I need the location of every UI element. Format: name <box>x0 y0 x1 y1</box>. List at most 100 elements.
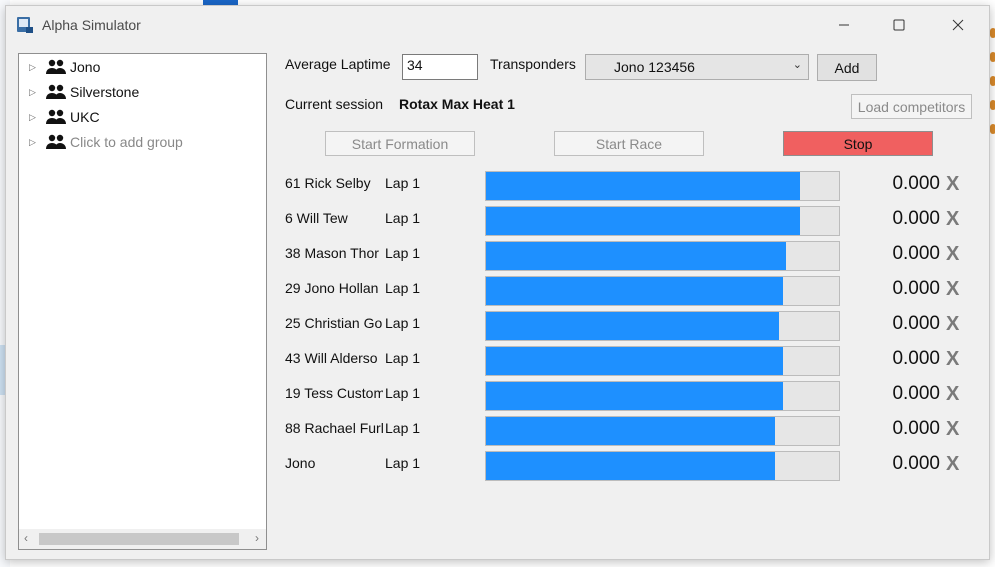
racer-time: 0.000 <box>892 173 940 194</box>
remove-racer-icon[interactable]: X <box>946 313 959 336</box>
average-laptime-label: Average Laptime <box>285 56 391 72</box>
scroll-thumb[interactable] <box>39 533 239 545</box>
expand-arrow-icon[interactable]: ▷ <box>29 112 37 123</box>
remove-racer-icon[interactable]: X <box>946 208 959 231</box>
lap-progress-fill <box>486 242 786 270</box>
remove-racer-icon[interactable]: X <box>946 173 959 196</box>
background-marker <box>990 100 995 110</box>
lap-progress-bar <box>485 311 840 341</box>
add-transponder-button[interactable]: Add <box>817 54 877 81</box>
racer-row: 43 Will Alderso Lap 1 0.000 X <box>285 346 975 376</box>
racer-name: 43 Will Alderso <box>285 350 378 366</box>
racer-name: 19 Tess Custom <box>285 385 383 401</box>
lap-progress-fill <box>486 312 779 340</box>
maximize-button[interactable] <box>879 10 919 40</box>
racer-time: 0.000 <box>892 208 940 229</box>
racer-time: 0.000 <box>892 453 940 474</box>
background-marker <box>990 28 995 38</box>
remove-racer-icon[interactable]: X <box>946 383 959 406</box>
tree-item-label: Click to add group <box>70 134 183 150</box>
close-button[interactable] <box>938 10 978 40</box>
racer-time: 0.000 <box>892 278 940 299</box>
racer-name: 29 Jono Hollan <box>285 280 379 296</box>
expand-arrow-icon[interactable]: ▷ <box>29 87 37 98</box>
transponders-label: Transponders <box>490 56 576 72</box>
racer-name: 38 Mason Thor <box>285 245 379 261</box>
background-marker <box>990 124 995 134</box>
scroll-left-icon[interactable]: ‹ <box>24 531 28 545</box>
lap-progress-fill <box>486 417 775 445</box>
window-title: Alpha Simulator <box>42 17 141 33</box>
racer-row: 88 Rachael Furl Lap 1 0.000 X <box>285 416 975 446</box>
remove-racer-icon[interactable]: X <box>946 348 959 371</box>
racer-lap: Lap 1 <box>385 350 421 366</box>
lap-progress-bar <box>485 276 840 306</box>
average-laptime-input[interactable]: 34 <box>402 54 478 80</box>
current-session-value: Rotax Max Heat 1 <box>399 96 515 112</box>
racer-row: 29 Jono Hollan Lap 1 0.000 X <box>285 276 975 306</box>
lap-progress-bar <box>485 241 840 271</box>
racer-row: 6 Will Tew Lap 1 0.000 X <box>285 206 975 236</box>
remove-racer-icon[interactable]: X <box>946 243 959 266</box>
racer-name: 6 Will Tew <box>285 210 348 226</box>
remove-racer-icon[interactable]: X <box>946 418 959 441</box>
group-tree[interactable]: ▷ Jono ▷ Silverstone ▷ UKC ▷ Click to add group… <box>18 53 267 550</box>
simulator-window: Alpha Simulator ▷ Jono ▷ Silverstone ▷ UKC ▷ Cl… <box>5 5 990 560</box>
tree-item[interactable]: ▷ Jono <box>19 56 100 78</box>
lap-progress-fill <box>486 172 800 200</box>
group-icon <box>45 109 67 125</box>
racer-lap: Lap 1 <box>385 455 421 471</box>
chevron-down-icon: ⌄ <box>792 59 802 71</box>
racer-row: 19 Tess Custom Lap 1 0.000 X <box>285 381 975 411</box>
tree-item-label: Jono <box>70 59 101 75</box>
lap-progress-fill <box>486 207 800 235</box>
racer-lap: Lap 1 <box>385 280 421 296</box>
minimize-icon <box>839 24 849 26</box>
racer-name: 61 Rick Selby <box>285 175 371 191</box>
group-icon <box>45 134 67 150</box>
racer-row: 38 Mason Thor Lap 1 0.000 X <box>285 241 975 271</box>
expand-arrow-icon[interactable]: ▷ <box>29 137 37 148</box>
title-bar[interactable]: Alpha Simulator <box>6 6 989 44</box>
lap-progress-fill <box>486 277 783 305</box>
racer-lap: Lap 1 <box>385 175 421 191</box>
racer-lap: Lap 1 <box>385 210 421 226</box>
racer-lap: Lap 1 <box>385 385 421 401</box>
lap-progress-bar <box>485 416 840 446</box>
tree-item[interactable]: ▷ UKC <box>19 106 100 128</box>
stop-button[interactable]: Stop <box>783 131 933 156</box>
close-icon <box>952 19 964 31</box>
scroll-right-icon[interactable]: › <box>255 531 259 545</box>
horizontal-scrollbar[interactable]: ‹ › <box>19 529 266 549</box>
racer-name: Jono <box>285 455 316 471</box>
lap-progress-fill <box>486 382 783 410</box>
tree-item-label: Silverstone <box>70 84 140 100</box>
transponder-select[interactable]: Jono 123456 ⌄ <box>585 54 809 80</box>
tree-item[interactable]: ▷ Silverstone <box>19 81 139 103</box>
lap-progress-bar <box>485 346 840 376</box>
remove-racer-icon[interactable]: X <box>946 453 959 476</box>
expand-arrow-icon[interactable]: ▷ <box>29 62 37 73</box>
racer-row: 25 Christian Go Lap 1 0.000 X <box>285 311 975 341</box>
racer-time: 0.000 <box>892 383 940 404</box>
minimize-button[interactable] <box>824 10 864 40</box>
racer-time: 0.000 <box>892 313 940 334</box>
tree-item-label: UKC <box>70 109 100 125</box>
transponder-selected-value: Jono 123456 <box>614 59 695 75</box>
tree-item[interactable]: ▷ Click to add group <box>19 131 183 153</box>
start-formation-button[interactable]: Start Formation <box>325 131 475 156</box>
lap-progress-fill <box>486 452 775 480</box>
current-session-label: Current session <box>285 96 384 112</box>
start-race-button[interactable]: Start Race <box>554 131 704 156</box>
lap-progress-bar <box>485 171 840 201</box>
racer-name: 25 Christian Go <box>285 315 383 331</box>
background-marker <box>990 52 995 62</box>
load-competitors-button[interactable]: Load competitors <box>851 94 972 119</box>
racer-lap: Lap 1 <box>385 315 421 331</box>
lap-progress-bar <box>485 381 840 411</box>
maximize-icon <box>893 19 905 31</box>
racer-lap: Lap 1 <box>385 245 421 261</box>
racer-lap: Lap 1 <box>385 420 421 436</box>
background-marker <box>990 76 995 86</box>
remove-racer-icon[interactable]: X <box>946 278 959 301</box>
